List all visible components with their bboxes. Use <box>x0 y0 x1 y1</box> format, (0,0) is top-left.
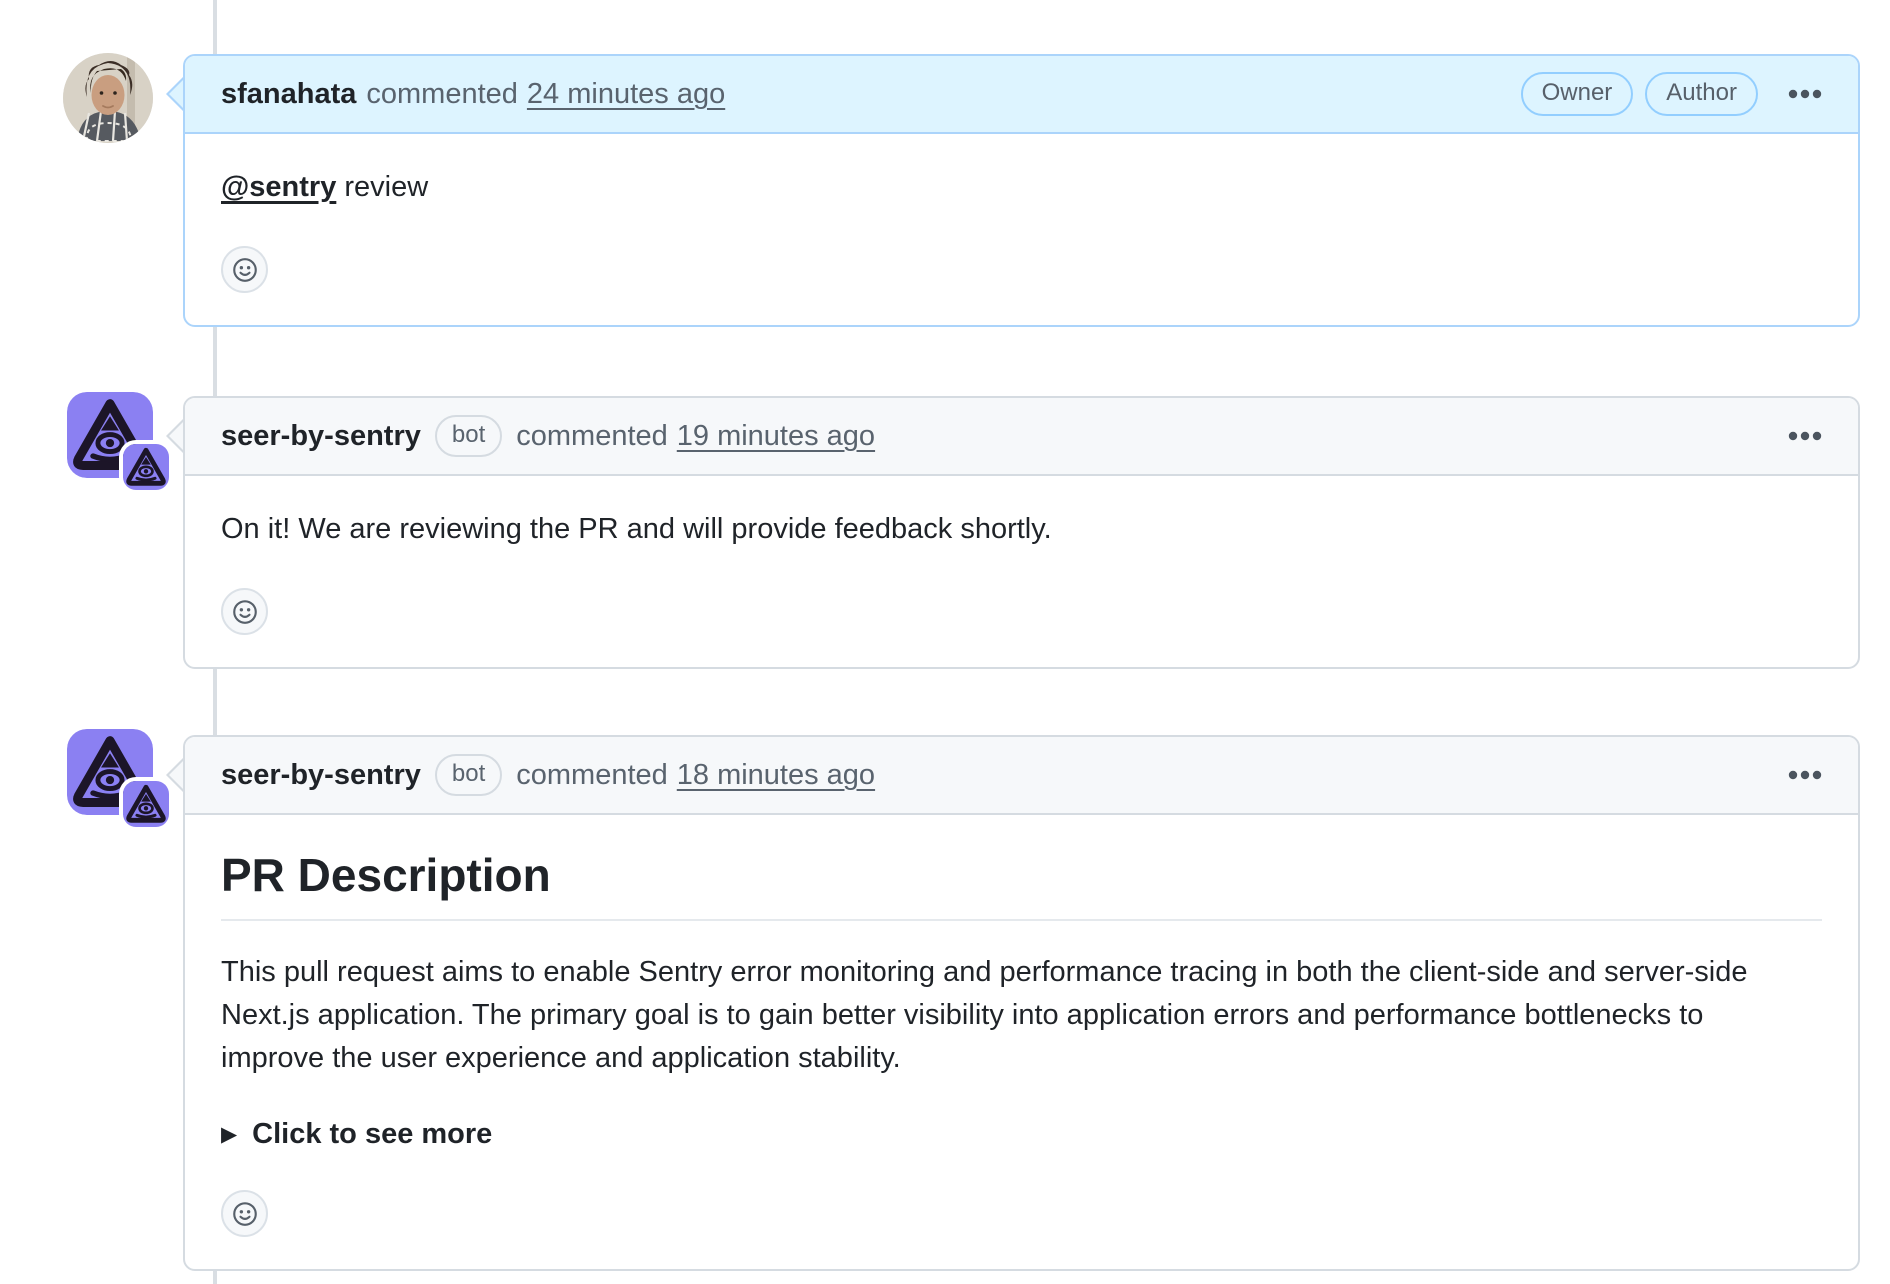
mention-link[interactable]: @sentry <box>221 171 336 203</box>
bot-badge: bot <box>435 754 502 796</box>
comment-body: PR Description This pull request aims to… <box>185 815 1858 1269</box>
author-link[interactable]: seer-by-sentry <box>221 420 421 453</box>
smiley-icon <box>230 597 260 627</box>
user-photo-avatar-icon <box>63 53 153 143</box>
comment-text: On it! We are reviewing the PR and will … <box>221 508 1822 551</box>
speech-bubble-caret <box>166 77 183 111</box>
owner-badge: Owner <box>1521 72 1634 116</box>
seer-by-sentry-badge-icon <box>123 444 169 490</box>
speech-bubble-caret <box>166 758 183 792</box>
triangle-right-icon: ▶ <box>221 1113 237 1156</box>
comment-text-rest: review <box>336 171 428 203</box>
comment-text: @sentry review <box>221 166 1822 209</box>
comment-sfanahata: sfanahata commented 24 minutes ago Owner… <box>183 54 1860 327</box>
comment-seer-1: seer-by-sentry bot commented 19 minutes … <box>183 396 1860 669</box>
author-badge: Author <box>1645 72 1758 116</box>
comment-seer-2: seer-by-sentry bot commented 18 minutes … <box>183 735 1860 1271</box>
comment-header: sfanahata commented 24 minutes ago Owner… <box>185 56 1858 134</box>
comment-options-button[interactable] <box>1786 83 1824 105</box>
add-reaction-button[interactable] <box>221 246 268 293</box>
avatar-seer-by-sentry[interactable] <box>67 392 153 478</box>
smiley-icon <box>230 255 260 285</box>
pr-description-paragraph: This pull request aims to enable Sentry … <box>221 951 1801 1080</box>
kebab-horizontal-icon <box>1788 89 1822 99</box>
timestamp-link[interactable]: 18 minutes ago <box>677 759 875 792</box>
kebab-horizontal-icon <box>1788 770 1822 780</box>
avatar-sfanahata[interactable] <box>63 53 153 143</box>
add-reaction-button[interactable] <box>221 1190 268 1237</box>
speech-bubble-caret <box>166 419 183 453</box>
comment-body: @sentry review <box>185 134 1858 325</box>
bot-badge: bot <box>435 415 502 457</box>
header-actions <box>1758 764 1824 786</box>
header-actions: Owner Author <box>1509 72 1824 116</box>
comment-options-button[interactable] <box>1786 425 1824 447</box>
timestamp-link[interactable]: 24 minutes ago <box>527 78 725 111</box>
seer-by-sentry-badge-icon <box>123 781 169 827</box>
author-link[interactable]: sfanahata <box>221 78 356 111</box>
summary-label: Click to see more <box>252 1113 492 1156</box>
pr-conversation-timeline: sfanahata commented 24 minutes ago Owner… <box>0 0 1890 1284</box>
commented-label: commented <box>516 420 668 453</box>
comment-body: On it! We are reviewing the PR and will … <box>185 476 1858 667</box>
add-reaction-button[interactable] <box>221 588 268 635</box>
click-to-see-more-toggle[interactable]: ▶ Click to see more <box>221 1113 1822 1156</box>
timestamp-link[interactable]: 19 minutes ago <box>677 420 875 453</box>
header-actions <box>1758 425 1824 447</box>
smiley-icon <box>230 1199 260 1229</box>
comment-options-button[interactable] <box>1786 764 1824 786</box>
author-link[interactable]: seer-by-sentry <box>221 759 421 792</box>
pr-description-heading: PR Description <box>221 847 1822 921</box>
comment-header: seer-by-sentry bot commented 18 minutes … <box>185 737 1858 815</box>
comment-header: seer-by-sentry bot commented 19 minutes … <box>185 398 1858 476</box>
commented-label: commented <box>366 78 518 111</box>
kebab-horizontal-icon <box>1788 431 1822 441</box>
details-collapsible: ▶ Click to see more <box>221 1113 1822 1156</box>
avatar-seer-by-sentry[interactable] <box>67 729 153 815</box>
commented-label: commented <box>516 759 668 792</box>
